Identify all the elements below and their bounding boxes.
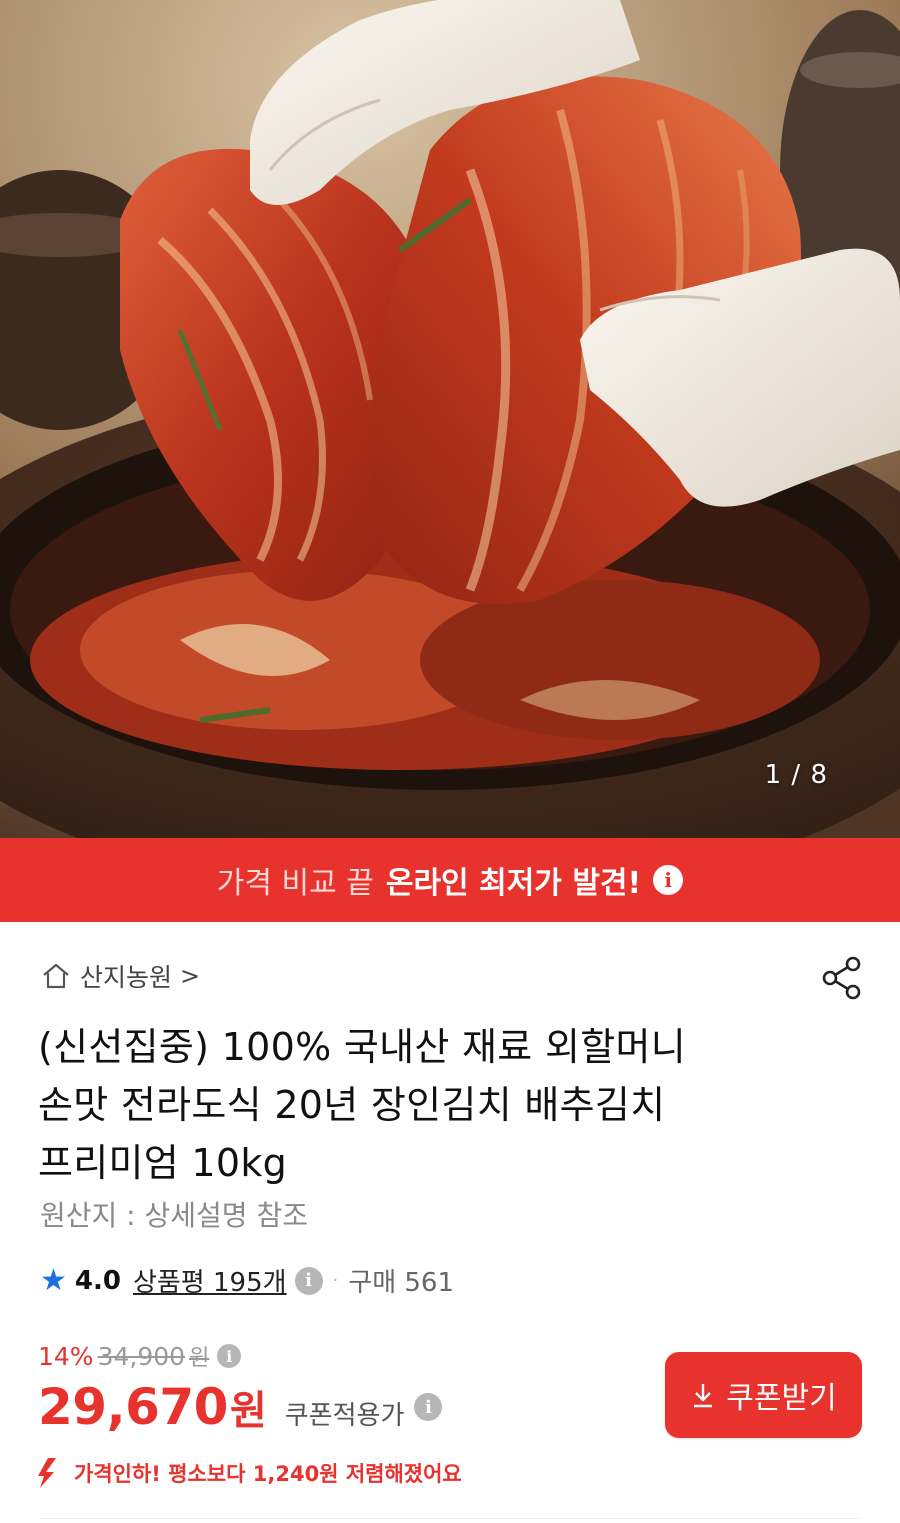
lowest-price-banner[interactable]: 가격 비교 끝 온라인 최저가 발견! i xyxy=(0,838,900,922)
rating-row: ★ 4.0 상품평 195개 i · 구매 561 xyxy=(40,1262,454,1299)
original-price-unit: 원 xyxy=(189,1346,210,1371)
coupon-applied-label: 쿠폰적용가 xyxy=(284,1401,405,1431)
price-row: 29,670 원 쿠폰적용가 i xyxy=(38,1378,443,1436)
review-count-link[interactable]: 상품평 195개 xyxy=(133,1262,287,1299)
sale-price-unit: 원 xyxy=(229,1388,267,1434)
product-title-line: 손맛 전라도식 20년 장인김치 배추김치 xyxy=(38,1083,666,1127)
banner-normal-text: 가격 비교 끝 xyxy=(216,866,374,901)
discount-rate: 14% xyxy=(38,1341,94,1371)
product-image-carousel[interactable]: 1 / 8 xyxy=(0,0,900,838)
price-drop-text: 가격인하! 평소보다 1,240원 저렴해졌어요 xyxy=(74,1462,462,1486)
sale-price: 29,670 xyxy=(38,1378,228,1436)
home-icon xyxy=(43,963,69,989)
image-page-indicator: 1 / 8 xyxy=(764,760,828,790)
product-title-line: 프리미엄 10kg xyxy=(38,1141,288,1185)
purchase-count: 구매 561 xyxy=(348,1268,455,1298)
get-coupon-label: 쿠폰받기 xyxy=(726,1381,837,1416)
origin-text: 원산지 : 상세설명 참조 xyxy=(40,1199,308,1232)
get-coupon-button[interactable]: 쿠폰받기 xyxy=(665,1352,862,1438)
info-icon[interactable]: i xyxy=(414,1393,443,1421)
product-title: (신선집중) 100% 국내산 재료 외할머니 손맛 전라도식 20년 장인김치… xyxy=(38,1018,858,1192)
rating-value: 4.0 xyxy=(74,1265,121,1296)
original-price: 34,900 xyxy=(97,1341,186,1371)
info-icon[interactable]: i xyxy=(653,865,684,895)
kimchi-product-photo xyxy=(0,0,900,838)
price-drop-notice: 가격인하! 평소보다 1,240원 저렴해졌어요 xyxy=(36,1456,462,1490)
divider xyxy=(40,1518,860,1519)
info-icon[interactable]: i xyxy=(217,1344,242,1368)
store-link[interactable]: 산지농원 > xyxy=(40,958,200,994)
star-icon: ★ xyxy=(40,1262,67,1298)
info-icon[interactable]: i xyxy=(294,1266,323,1295)
store-name: 산지농원 xyxy=(80,963,173,992)
discount-row: 14% 34,900 원 i xyxy=(38,1340,242,1372)
separator-dot: · xyxy=(332,1270,339,1291)
chevron-right-icon: > xyxy=(180,962,201,990)
download-icon xyxy=(694,1384,713,1408)
price-down-arrow-icon xyxy=(38,1458,56,1488)
product-title-line: (신선집중) 100% 국내산 재료 외할머니 xyxy=(38,1025,686,1069)
share-icon[interactable] xyxy=(820,954,864,1002)
banner-strong-text: 온라인 최저가 발견! xyxy=(385,866,642,901)
